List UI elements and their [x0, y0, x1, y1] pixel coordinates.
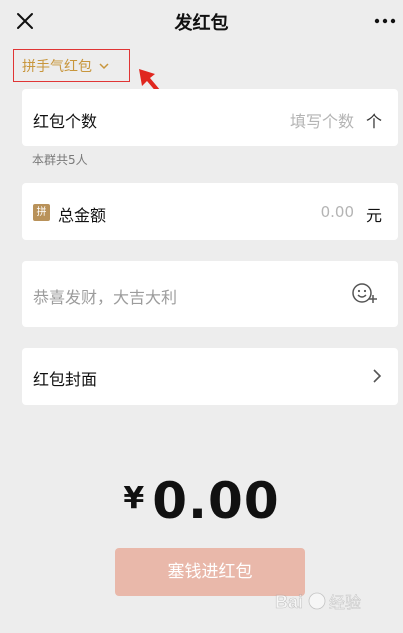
pin-badge-icon: 拼 — [33, 204, 50, 221]
amount-display: ¥0.00 — [0, 472, 403, 530]
cover-label: 红包封面 — [33, 370, 98, 389]
svg-text:Bai: Bai — [275, 592, 303, 612]
total-amount-label: 总金额 — [58, 206, 107, 225]
chevron-right-icon — [373, 369, 382, 383]
blessing-message-field[interactable]: 恭喜发财，大吉大利 — [22, 261, 398, 327]
top-bar: 发红包 — [0, 0, 403, 42]
currency-symbol: ¥ — [123, 481, 145, 516]
emoji-icon[interactable] — [351, 281, 378, 306]
message-input[interactable]: 恭喜发财，大吉大利 — [33, 284, 177, 308]
count-label: 红包个数 — [33, 112, 98, 131]
count-unit: 个 — [365, 112, 382, 131]
redpacket-cover-row[interactable]: 红包封面 — [22, 348, 398, 405]
amount-unit: 元 — [365, 206, 382, 225]
page-title: 发红包 — [174, 13, 229, 34]
total-amount-field[interactable]: 拼 总金额 0.00 元 — [22, 183, 398, 240]
svg-text:经验: 经验 — [329, 593, 361, 612]
amount-value: 0.00 — [152, 472, 280, 530]
more-icon[interactable] — [371, 8, 399, 34]
count-input[interactable]: 填写个数 — [290, 108, 354, 132]
chevron-down-icon — [99, 62, 109, 69]
baidu-jingyan-watermark-icon: Bai 经验 — [275, 592, 362, 613]
amount-input[interactable]: 0.00 — [321, 203, 354, 221]
redpacket-type-dropdown[interactable]: 拼手气红包 — [13, 49, 130, 82]
redpacket-count-field[interactable]: 红包个数 填写个数 个 — [22, 89, 398, 146]
group-member-note: 本群共5人 — [32, 153, 88, 167]
redpacket-type-label: 拼手气红包 — [22, 58, 92, 75]
